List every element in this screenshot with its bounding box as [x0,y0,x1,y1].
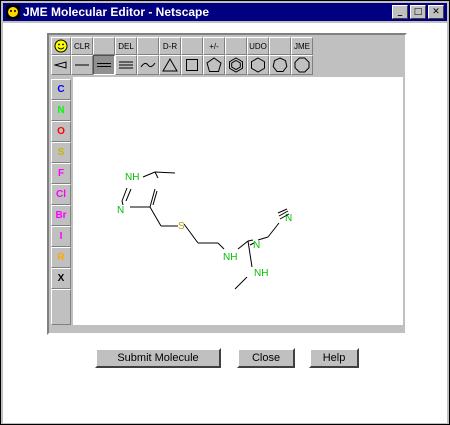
browser-window: JME Molecular Editor - Netscape _ □ ✕ CL… [0,0,450,425]
atom-o-button[interactable]: O [51,121,71,142]
atom-label-nh1: NH [125,172,139,183]
atom-r-button[interactable]: R [51,247,71,268]
double-bond-icon[interactable] [93,55,115,75]
charge-button[interactable]: +/- [203,37,225,55]
atom-s-button[interactable]: S [51,142,71,163]
atom-cl-button[interactable]: Cl [51,184,71,205]
jme-applet: CLR DEL D-R +/- UDO JME C N O S F Cl Br … [47,33,407,335]
triple-bond-icon[interactable] [115,55,137,75]
submit-molecule-button[interactable]: Submit Molecule [95,348,221,368]
blank-tool-2[interactable] [137,37,159,55]
atom-label-nh3: NH [254,268,268,279]
square-ring-icon[interactable] [181,55,203,75]
window-title: JME Molecular Editor - Netscape [23,5,210,19]
atom-label-n2: N [253,240,260,251]
atom-f-button[interactable]: F [51,163,71,184]
hexagon-ring-icon[interactable] [247,55,269,75]
atom-x-button[interactable]: X [51,268,71,289]
blank-tool-1[interactable] [93,37,115,55]
atom-i-button[interactable]: I [51,226,71,247]
close-button[interactable]: Close [237,348,295,368]
blank-tool-5[interactable] [269,37,291,55]
dr-button[interactable]: D-R [159,37,181,55]
chain-wave-icon[interactable] [137,55,159,75]
chain-tool-icon[interactable] [51,55,71,75]
atom-label-nh2: NH [223,252,237,263]
blank-tool-3[interactable] [181,37,203,55]
single-bond-icon[interactable] [71,55,93,75]
drawing-canvas[interactable]: NH N S NH N NH N [73,77,403,325]
atom-c-button[interactable]: C [51,79,71,100]
atom-br-button[interactable]: Br [51,205,71,226]
udo-button[interactable]: UDO [247,37,269,55]
del-button[interactable]: DEL [115,37,137,55]
smiley-icon[interactable] [51,37,71,55]
close-window-button[interactable]: ✕ [428,5,444,19]
jme-button[interactable]: JME [291,37,313,55]
atom-n-button[interactable]: N [51,100,71,121]
triangle-ring-icon[interactable] [159,55,181,75]
benzene-ring-icon[interactable] [225,55,247,75]
maximize-button[interactable]: □ [410,5,426,19]
octagon-ring-icon[interactable] [291,55,313,75]
atom-label-n1: N [117,205,124,216]
heptagon-ring-icon[interactable] [269,55,291,75]
atom-label-s: S [178,221,185,232]
netscape-icon [6,5,20,19]
molecule-drawing: NH N S NH N NH N [117,171,292,290]
clr-button[interactable]: CLR [71,37,93,55]
pentagon-ring-icon[interactable] [203,55,225,75]
minimize-button[interactable]: _ [392,5,408,19]
title-bar: JME Molecular Editor - Netscape _ □ ✕ [3,3,447,21]
molecule-atom-labels: NH N S NH N NH N [117,172,292,279]
page-content: CLR DEL D-R +/- UDO JME C N O S F Cl Br … [3,23,447,423]
help-button[interactable]: Help [309,348,359,368]
atom-column-filler [51,289,71,325]
blank-tool-4[interactable] [225,37,247,55]
